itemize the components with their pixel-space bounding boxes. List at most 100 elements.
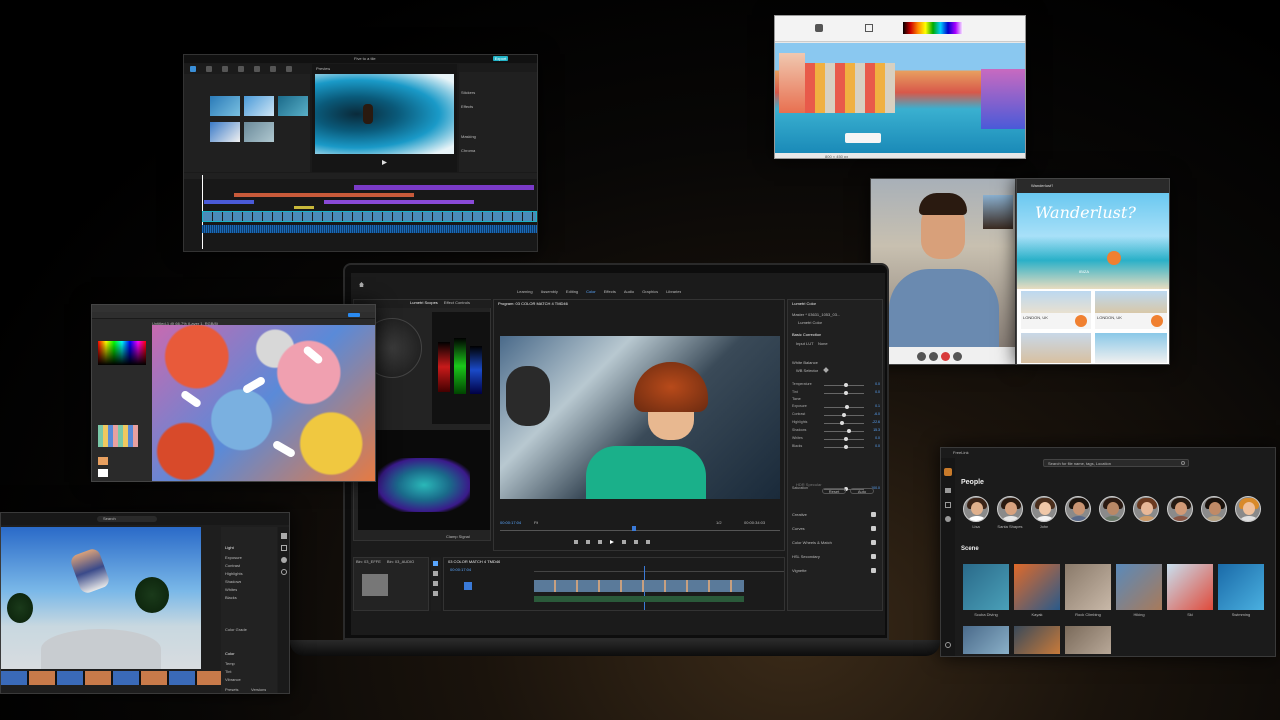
scene-item[interactable]: Kayak	[1014, 564, 1060, 620]
workspace-audio[interactable]: Audio	[624, 289, 634, 295]
lumetri-slider-knob[interactable]	[839, 421, 844, 425]
lr-light-header[interactable]: Light	[225, 545, 234, 550]
mark-in-button[interactable]	[574, 540, 578, 544]
lumetri-slider-value[interactable]: 15.3	[873, 428, 880, 432]
workspace-color[interactable]: Color	[586, 289, 596, 295]
sticker-tab-icon[interactable]	[238, 66, 244, 72]
lumetri-slider-tint[interactable]: Tint 0.0	[788, 390, 884, 396]
media-tab-icon[interactable]	[190, 66, 196, 72]
step-forward-button[interactable]	[622, 540, 626, 544]
scene-item[interactable]	[1065, 626, 1111, 656]
track-clip-text-1[interactable]	[354, 185, 534, 190]
lumetri-slider-temperature[interactable]: Temperature 0.0	[788, 382, 884, 388]
lumetri-slider-shadows[interactable]: Shadows 15.3	[788, 428, 884, 434]
eyedropper-icon[interactable]	[823, 367, 829, 373]
media-thumb-1[interactable]	[210, 96, 240, 116]
step-back-button[interactable]	[598, 540, 602, 544]
lumetri-slider-value[interactable]: 0.1	[875, 404, 880, 408]
person-item[interactable]: John	[1031, 496, 1057, 532]
lumetri-slider-knob[interactable]	[844, 437, 848, 441]
scene-thumbnail[interactable]	[1167, 564, 1213, 610]
vignette-toggle[interactable]	[871, 568, 876, 573]
person-avatar[interactable]	[1065, 496, 1091, 522]
lumetri-slider-knob[interactable]	[844, 405, 849, 409]
person-item[interactable]	[1201, 496, 1227, 532]
track-clip-text-2[interactable]	[204, 200, 254, 204]
brush-icon[interactable]	[815, 24, 823, 32]
export-frame-button[interactable]	[646, 540, 650, 544]
heal-tool-icon[interactable]	[281, 557, 287, 563]
lumetri-slider-track[interactable]	[824, 422, 864, 424]
lr-presets-button[interactable]: Presets	[225, 687, 239, 692]
destination-card-3[interactable]	[1021, 333, 1091, 363]
scene-item[interactable]: Rock Climbing	[1065, 564, 1111, 620]
person-item[interactable]: Santa Shapes	[997, 496, 1023, 532]
play-button[interactable]	[610, 540, 614, 544]
lumetri-slider-blacks[interactable]: Blacks 0.0	[788, 444, 884, 450]
workspace-assembly[interactable]: Assembly	[541, 289, 558, 295]
lr-photo[interactable]	[1, 527, 201, 669]
track-clip-text-3[interactable]	[324, 200, 474, 204]
scene-thumbnail[interactable]	[1014, 626, 1060, 654]
mark-out-button[interactable]	[586, 540, 590, 544]
lumetri-slider-knob[interactable]	[844, 391, 848, 395]
video-track[interactable]	[202, 211, 537, 222]
palette[interactable]	[903, 22, 963, 34]
gallery-search-icon[interactable]	[1181, 461, 1185, 465]
sidebar-people-icon[interactable]	[945, 516, 951, 522]
preview-video[interactable]	[315, 74, 454, 154]
camera-button[interactable]	[929, 352, 938, 361]
scene-item[interactable]	[963, 626, 1009, 656]
person-avatar[interactable]	[1201, 496, 1227, 522]
section-curves[interactable]: Curves	[792, 526, 805, 531]
workspace-learning[interactable]: Learning	[517, 289, 533, 295]
track-target-v1[interactable]	[464, 582, 472, 590]
program-tab[interactable]: Program: 03 COLOR MATCH 4 TMD46	[498, 301, 568, 306]
track-clip-yellow[interactable]	[294, 206, 314, 209]
sidebar-folder-icon[interactable]	[945, 488, 951, 493]
workspace-graphics[interactable]: Graphics	[642, 289, 658, 295]
effect-controls-tab[interactable]: Effect Controls	[444, 300, 470, 308]
text-tab-icon[interactable]	[222, 66, 228, 72]
lumetri-slider-value[interactable]: 0.0	[875, 382, 880, 386]
lumetri-slider-knob[interactable]	[844, 445, 848, 449]
hero-book-button[interactable]	[1107, 251, 1121, 265]
curves-toggle[interactable]	[871, 526, 876, 531]
audio-track-a1[interactable]	[534, 596, 744, 602]
sidebar-album-icon[interactable]	[945, 502, 951, 508]
media-thumb-4[interactable]	[210, 122, 240, 142]
scene-thumbnail[interactable]	[963, 564, 1009, 610]
media-thumb-5[interactable]	[244, 122, 274, 142]
auto-button[interactable]: Auto	[850, 488, 874, 494]
lumetri-slider-knob[interactable]	[842, 413, 846, 417]
input-lut-value[interactable]: None	[818, 341, 828, 346]
destination-card-1[interactable]: LONDON, UK	[1021, 291, 1091, 329]
edit-tool-icon[interactable]	[281, 533, 287, 539]
project-clip-thumb[interactable]	[362, 574, 388, 596]
lumetri-slider-contrast[interactable]: Contrast -6.0	[788, 412, 884, 418]
lumetri-master[interactable]: Master * 03631_1053_03...	[792, 312, 882, 317]
project-tab-audio[interactable]: Bin: 03_AUDIO	[387, 559, 414, 565]
sequence-ruler[interactable]	[534, 568, 784, 572]
swatches-grid[interactable]	[98, 425, 138, 447]
color-picker[interactable]	[98, 341, 146, 365]
paint-canvas[interactable]	[775, 43, 1025, 153]
scene-thumbnail[interactable]	[963, 626, 1009, 654]
person-avatar[interactable]	[1167, 496, 1193, 522]
mic-button[interactable]	[917, 352, 926, 361]
scene-thumbnail[interactable]	[1065, 626, 1111, 654]
person-avatar[interactable]	[963, 496, 989, 522]
basic-correction-header[interactable]: Basic Correction	[792, 332, 821, 337]
lumetri-slider-value[interactable]: -6.0	[874, 412, 880, 416]
scene-item[interactable]: Ski	[1167, 564, 1213, 620]
destination-card-2[interactable]: LONDON, UK	[1095, 291, 1167, 329]
scene-item[interactable]: Scuba Diving	[963, 564, 1009, 620]
scene-thumbnail[interactable]	[1218, 564, 1264, 610]
lumetri-slider-value[interactable]: 0.0	[875, 436, 880, 440]
scopes-tab[interactable]: Lumetri Scopes	[410, 300, 438, 308]
effect-tab-icon[interactable]	[254, 66, 260, 72]
creative-toggle[interactable]	[871, 512, 876, 517]
project-tab-effects[interactable]: Bin: 03_EFFE	[356, 559, 381, 565]
insert-button[interactable]	[634, 540, 638, 544]
workspace-editing[interactable]: Editing	[566, 289, 578, 295]
